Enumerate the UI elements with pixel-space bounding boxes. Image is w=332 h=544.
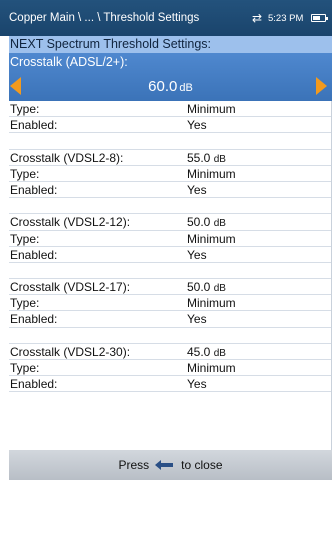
network-icon: ⇄: [252, 11, 263, 25]
close-bar[interactable]: Press to close: [9, 450, 332, 480]
type-label: Type:: [10, 296, 40, 311]
enabled-row[interactable]: Enabled: Yes: [9, 247, 332, 263]
threshold-number: 45.0: [187, 344, 211, 359]
type-label: Type:: [10, 231, 40, 246]
threshold-unit: dB: [213, 347, 226, 359]
spacer-row: [9, 328, 332, 344]
enabled-label: Enabled:: [10, 118, 58, 133]
threshold-row[interactable]: Crosstalk (VDSL2-8): 55.0 dB: [9, 150, 332, 166]
threshold-unit: dB: [213, 283, 226, 295]
type-row[interactable]: Type: Minimum: [9, 360, 332, 377]
type-row[interactable]: Type: Minimum: [9, 231, 332, 247]
enabled-value: Yes: [187, 118, 207, 133]
spacer-row: [9, 133, 332, 150]
to-close-text: to close: [181, 458, 223, 472]
enabled-value: Yes: [187, 312, 207, 327]
threshold-row[interactable]: Crosstalk (VDSL2-30): 45.0 dB: [9, 344, 332, 360]
type-value: Minimum: [187, 231, 236, 246]
threshold-label: Crosstalk (VDSL2-17):: [10, 280, 131, 295]
type-row[interactable]: Type: Minimum: [9, 166, 332, 182]
crosstalk-adsl-selector[interactable]: Crosstalk (ADSL/2+): 60.0 dB: [9, 53, 332, 101]
enabled-row[interactable]: Enabled: Yes: [9, 182, 332, 199]
enabled-value: Yes: [187, 247, 207, 262]
enabled-row[interactable]: Enabled: Yes: [9, 117, 332, 134]
type-row[interactable]: Type: Minimum: [9, 295, 332, 312]
threshold-number: 55.0: [187, 150, 211, 165]
type-value: Minimum: [187, 361, 236, 375]
threshold-unit: dB: [213, 218, 226, 230]
section-title: NEXT Spectrum Threshold Settings:: [9, 36, 332, 53]
enabled-row[interactable]: Enabled: Yes: [9, 376, 332, 393]
selector-number: 60.0: [148, 78, 178, 95]
enabled-label: Enabled:: [10, 247, 58, 262]
selector-label: Crosstalk (ADSL/2+):: [10, 55, 128, 69]
type-value: Minimum: [187, 102, 236, 116]
threshold-unit: dB: [213, 153, 226, 165]
enabled-label: Enabled:: [10, 377, 58, 392]
selector-unit: dB: [179, 82, 193, 94]
type-value: Minimum: [187, 296, 236, 311]
threshold-value: 50.0 dB: [187, 215, 226, 229]
threshold-row[interactable]: Crosstalk (VDSL2-12): 50.0 dB: [9, 214, 332, 231]
type-label: Type:: [10, 102, 40, 116]
selector-value: 60.0 dB: [9, 78, 332, 95]
threshold-label: Crosstalk (VDSL2-8):: [10, 150, 124, 165]
settings-list: Type: Minimum Enabled: Yes Crosstalk (VD…: [9, 101, 332, 393]
right-arrow-icon[interactable]: [316, 77, 327, 95]
back-enter-icon: [155, 460, 174, 470]
threshold-value: 55.0 dB: [187, 151, 226, 165]
battery-icon: [311, 14, 328, 22]
clock: 5:23 PM: [268, 13, 304, 24]
screen: Copper Main \ ... \ Threshold Settings ⇄…: [0, 0, 332, 544]
enabled-value: Yes: [187, 377, 207, 392]
threshold-row[interactable]: Crosstalk (VDSL2-17): 50.0 dB: [9, 279, 332, 296]
threshold-value: 45.0 dB: [187, 345, 226, 359]
type-label: Type:: [10, 166, 40, 181]
spacer-row: [9, 198, 332, 215]
enabled-value: Yes: [187, 182, 207, 197]
threshold-label: Crosstalk (VDSL2-12):: [10, 215, 131, 230]
type-value: Minimum: [187, 166, 236, 181]
threshold-number: 50.0: [187, 215, 211, 230]
breadcrumb[interactable]: Copper Main \ ... \ Threshold Settings: [9, 12, 199, 24]
title-bar: Copper Main \ ... \ Threshold Settings ⇄…: [0, 0, 332, 36]
enabled-label: Enabled:: [10, 312, 58, 327]
type-row[interactable]: Type: Minimum: [9, 101, 332, 118]
threshold-value: 50.0 dB: [187, 280, 226, 294]
press-text: Press: [118, 458, 150, 472]
threshold-label: Crosstalk (VDSL2-30):: [10, 344, 131, 359]
threshold-number: 50.0: [187, 280, 211, 295]
type-label: Type:: [10, 361, 40, 375]
spacer-row: [9, 263, 332, 280]
enabled-label: Enabled:: [10, 182, 58, 197]
enabled-row[interactable]: Enabled: Yes: [9, 311, 332, 328]
